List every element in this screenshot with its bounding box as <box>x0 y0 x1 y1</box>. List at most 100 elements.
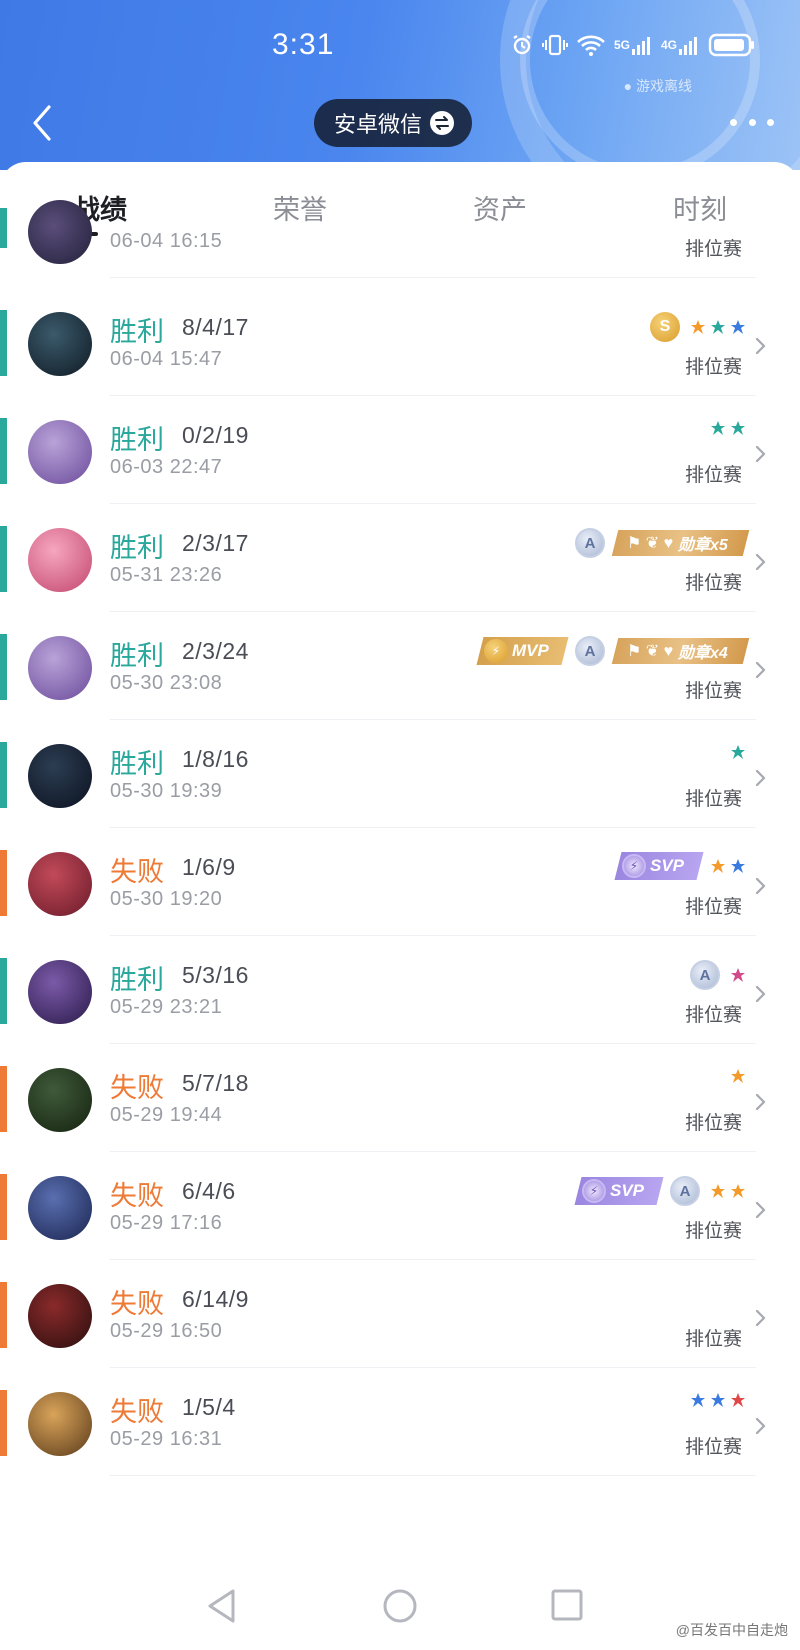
match-mode: 排位赛 <box>684 1329 742 1350</box>
tab-moments[interactable]: 时刻 <box>640 188 760 227</box>
signal-5g-icon: 5G <box>614 34 653 56</box>
match-row[interactable]: 失败 1/5/4 05-29 16:31 排位赛 <box>0 1368 800 1476</box>
battery-icon <box>708 32 756 58</box>
mvp-icon: ⚡ <box>484 639 509 663</box>
chevron-right-icon <box>755 1417 766 1435</box>
achievement-icon <box>731 1184 745 1198</box>
match-badges: ⚡ SVP A <box>574 1176 746 1206</box>
achievement-icon <box>711 1184 725 1198</box>
match-mode: 排位赛 <box>684 1437 742 1458</box>
medal-badge: ⚑ ❦ ♥ 勋章x4 <box>611 638 750 664</box>
match-mode: 排位赛 <box>684 1113 742 1134</box>
rank-a-badge: A <box>575 528 606 558</box>
match-time: 05-30 19:39 <box>110 780 223 802</box>
hero-avatar <box>28 1284 92 1348</box>
hero-avatar <box>28 744 92 808</box>
achievement-icon <box>731 968 745 982</box>
medal-label: 勋章x5 <box>678 537 728 554</box>
account-switch-button[interactable]: 安卓微信 <box>314 99 473 147</box>
circle-home-icon <box>383 1589 417 1623</box>
match-badges: ⚡ MVP A ⚑ ❦ ♥ 勋章x4 <box>476 636 750 666</box>
match-row[interactable]: 胜利 0/2/19 06-03 22:47 排位赛 <box>0 396 800 504</box>
status-time: 3:31 <box>272 28 335 61</box>
chevron-right-icon <box>755 1309 766 1327</box>
signal-5g-label: 5G <box>613 38 630 52</box>
match-mode: 排位赛 <box>684 357 742 378</box>
match-row[interactable]: 胜利 5/3/16 05-29 23:21 A 排位赛 <box>0 936 800 1044</box>
match-kda: 1/8/16 <box>182 746 249 772</box>
match-mode: 排位赛 <box>684 1221 742 1242</box>
match-row[interactable]: 失败 5/7/18 05-29 19:44 排位赛 <box>0 1044 800 1152</box>
square-recents-icon <box>551 1589 583 1621</box>
more-button[interactable] <box>730 109 774 135</box>
match-kda: 6/14/9 <box>182 1286 249 1312</box>
swap-icon <box>430 111 455 135</box>
match-badges: A <box>690 960 746 990</box>
match-row[interactable]: 失败 6/14/9 05-29 16:50 排位赛 <box>0 1260 800 1368</box>
tab-honor[interactable]: 荣誉 <box>240 188 360 227</box>
nav-back-button[interactable] <box>205 1588 239 1629</box>
match-mode: 排位赛 <box>684 573 742 594</box>
result-indicator <box>0 634 7 700</box>
match-row[interactable]: 失败 6/4/6 05-29 17:16 ⚡ SVP A 排位赛 <box>0 1152 800 1260</box>
status-icons: 5G 4G <box>510 32 756 58</box>
hero-avatar <box>28 1068 92 1132</box>
chevron-right-icon <box>755 769 766 787</box>
game-offline-status: ● 游戏离线 <box>623 78 692 94</box>
match-row[interactable]: 胜利 2/3/17 05-31 23:26 A ⚑ ❦ ♥ 勋章x5 排位赛 <box>0 504 800 612</box>
hero-avatar <box>28 528 92 592</box>
achievement-icon <box>711 859 725 873</box>
chevron-right-icon <box>755 877 766 895</box>
rank-a-badge: A <box>670 1176 700 1206</box>
chevron-right-icon <box>755 553 766 571</box>
achievement-icon <box>731 320 745 334</box>
match-time: 06-04 15:47 <box>110 348 223 370</box>
result-indicator <box>0 958 7 1024</box>
achievement-icons <box>710 1183 746 1199</box>
triangle-back-icon <box>208 1589 235 1623</box>
back-button[interactable] <box>22 101 62 145</box>
achievement-icons <box>730 967 746 983</box>
nav-recents-button[interactable] <box>550 1588 584 1627</box>
match-mode: 排位赛 <box>684 897 742 918</box>
result-indicator <box>0 850 7 916</box>
achievement-icon <box>711 1393 725 1407</box>
match-row[interactable]: 胜利 8/4/17 06-04 15:47 S 排位赛 <box>0 288 800 396</box>
wifi-icon <box>576 33 606 57</box>
match-time: 05-30 19:20 <box>110 888 223 910</box>
result-indicator <box>0 208 7 248</box>
match-result: 失败 <box>110 857 164 887</box>
result-indicator <box>0 1282 7 1348</box>
match-result: 胜利 <box>110 425 164 455</box>
match-mode: 排位赛 <box>684 789 742 810</box>
back-arrow-icon <box>33 105 51 141</box>
match-row[interactable]: 胜利 2/3/24 05-30 23:08 ⚡ MVP A ⚑ ❦ ♥ 勋章x4 排位赛 <box>0 612 800 720</box>
alarm-icon <box>510 33 534 57</box>
rank-a-badge: A <box>575 636 606 666</box>
signal-4g-icon: 4G <box>661 34 700 56</box>
nav-home-button[interactable] <box>382 1588 418 1629</box>
hero-avatar <box>28 852 92 916</box>
match-result: 失败 <box>110 1397 164 1427</box>
match-badges <box>730 744 746 760</box>
tab-assets[interactable]: 资产 <box>440 188 560 227</box>
match-badges: ⚡ SVP <box>614 852 746 880</box>
match-row[interactable]: 失败 1/6/9 05-30 19:20 ⚡ SVP 排位赛 <box>0 828 800 936</box>
svp-badge: ⚡ SVP <box>614 852 704 880</box>
hero-avatar <box>28 636 92 700</box>
svp-label: SVP <box>609 1181 644 1200</box>
svp-icon: ⚡ <box>621 854 646 878</box>
match-row[interactable]: 胜利 1/8/16 05-30 19:39 排位赛 <box>0 720 800 828</box>
match-result: 失败 <box>110 1289 164 1319</box>
match-row-partial[interactable]: 06-04 16:15 排位赛 <box>0 200 800 288</box>
game-offline-text: 游戏离线 <box>636 78 692 94</box>
chevron-right-icon <box>755 337 766 355</box>
more-dot <box>767 118 774 126</box>
achievement-icon <box>711 421 725 435</box>
achievement-icon <box>731 1069 745 1083</box>
gold-coin-badge: S <box>650 312 680 342</box>
match-kda: 6/4/6 <box>182 1178 236 1204</box>
achievement-icons <box>730 1068 746 1084</box>
medal-icons: ⚑ ❦ ♥ <box>627 643 674 660</box>
match-time: 05-29 16:31 <box>110 1428 223 1450</box>
